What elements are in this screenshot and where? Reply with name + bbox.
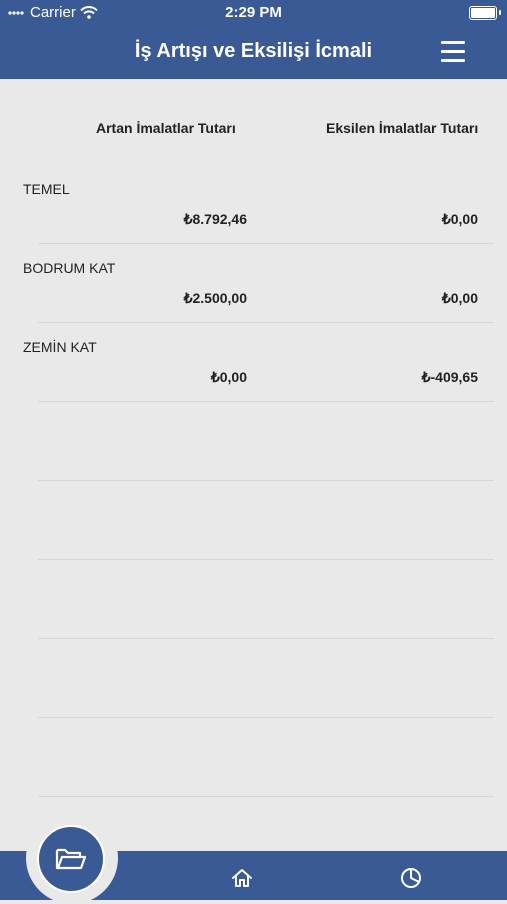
column-header-increase: Artan İmalatlar Tutarı (96, 120, 236, 136)
row-label: TEMEL (23, 181, 70, 197)
pie-chart-icon[interactable] (399, 866, 423, 890)
page-title: İş Artışı ve Eksilişi İcmali (134, 40, 373, 62)
increase-value: ₺0,00 (210, 369, 247, 385)
open-folder-icon (55, 848, 87, 870)
empty-row-divider (38, 638, 494, 639)
row-label: BODRUM KAT (23, 260, 116, 276)
decrease-value: ₺0,00 (441, 211, 478, 227)
increase-value: ₺2.500,00 (183, 290, 247, 306)
empty-row-divider (38, 796, 494, 797)
empty-row-divider (38, 480, 494, 481)
battery-icon (469, 6, 497, 20)
column-header-decrease: Eksilen İmalatlar Tutarı (326, 120, 479, 136)
home-icon[interactable] (230, 866, 254, 890)
decrease-value: ₺-409,65 (421, 369, 478, 385)
nav-header: İş Artışı ve Eksilişi İcmali (0, 26, 507, 79)
battery-tip (499, 10, 501, 15)
decrease-value: ₺0,00 (441, 290, 478, 306)
open-folder-button[interactable] (37, 825, 105, 893)
empty-row-divider (38, 559, 494, 560)
row-divider (38, 243, 494, 244)
row-label: ZEMİN KAT (23, 339, 97, 355)
increase-value: ₺8.792,46 (183, 211, 247, 227)
status-time: 2:29 PM (225, 4, 282, 21)
status-bar: Carrier 2:29 PM (0, 0, 507, 26)
row-divider (38, 322, 494, 323)
row-divider (38, 401, 494, 402)
empty-row-divider (38, 717, 494, 718)
hamburger-menu-icon[interactable] (441, 41, 465, 63)
